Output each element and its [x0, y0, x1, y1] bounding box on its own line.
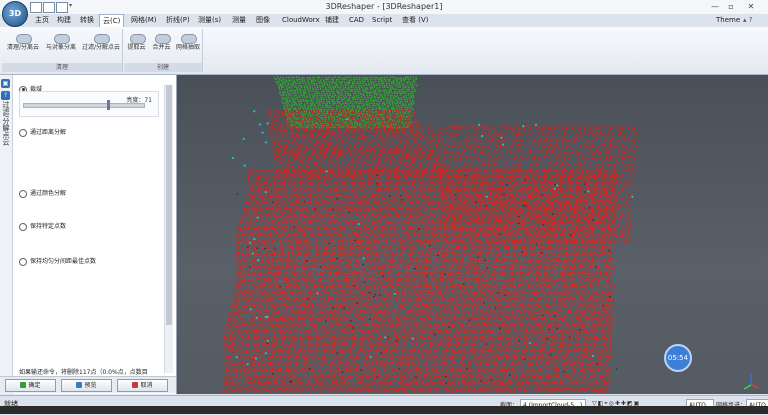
window-title: 3DReshaper - [3DReshaper1] — [325, 2, 443, 11]
ribbon-toggle-icon[interactable]: ▴ ? — [740, 15, 755, 26]
menu-image[interactable]: 图像 — [253, 15, 273, 26]
option-color[interactable]: 通过颜色分解 — [19, 188, 66, 198]
extract-cloud-button[interactable]: 提取云 — [125, 31, 148, 52]
minimize-button[interactable]: — — [708, 1, 722, 12]
ok-button[interactable]: 确定 — [5, 379, 56, 392]
menu-transform[interactable]: 转换 — [77, 15, 97, 26]
ribbon-group-clean: 清理/分离云 与对象分离 过滤/分解点云 清理 — [2, 29, 123, 72]
menu-mesh[interactable]: 网格(M) — [128, 15, 160, 26]
group-label-create: 创建 — [124, 63, 202, 72]
slider-thumb[interactable] — [107, 100, 111, 110]
point-cloud-points — [220, 76, 639, 394]
panel-content: 裁域 亮度：71 通过距离分解 通过颜色分解 保持特定点数 保持均匀分间距最佳点… — [13, 75, 163, 375]
panel-side-strip: ▣ ? 过滤/分解点云 — [0, 75, 13, 394]
filter-panel: ▣ ? 过滤/分解点云 裁域 亮度：71 通过距离分解 通过颜色分解 保持特定点… — [0, 75, 177, 394]
tree-icon[interactable]: ▣ — [1, 79, 10, 88]
help-icon[interactable]: ? — [1, 91, 10, 100]
axis-gizmo-icon — [743, 374, 760, 390]
menu-measure-s[interactable]: 测量(s) — [195, 15, 224, 26]
title-bar: 3D ▾ 3DReshaper - [3DReshaper1] — ▫ ✕ — [0, 0, 768, 27]
menu-cad[interactable]: CAD — [346, 15, 367, 26]
cloud-icon — [179, 31, 197, 44]
menu-polyline[interactable]: 折线(P) — [163, 15, 193, 26]
separate-by-object-button[interactable]: 与对象分离 — [42, 31, 80, 52]
merge-cloud-button[interactable]: 合并云 — [150, 31, 173, 52]
check-icon — [20, 382, 27, 388]
cloud-icon — [92, 31, 110, 44]
preview-button[interactable]: 预览 — [61, 379, 112, 392]
group-label-clean: 清理 — [2, 63, 122, 72]
option-distance[interactable]: 通过距离分解 — [19, 127, 66, 137]
menu-home[interactable]: 主页 — [32, 15, 52, 26]
cloud-icon — [153, 31, 171, 44]
panel-vertical-title: 过滤/分解点云 — [2, 101, 10, 146]
preview-icon — [76, 382, 83, 388]
cloud-icon — [128, 31, 146, 44]
menu-cloudworx[interactable]: CloudWorx — [279, 15, 323, 26]
menu-view[interactable]: 查看 (V) — [399, 15, 431, 26]
radio-icon[interactable] — [19, 222, 27, 231]
cancel-button[interactable]: 取消 — [117, 379, 168, 392]
menu-bar: 主页 构建 转换 云(C) 网格(M) 折线(P) 测量(s) 测量 图像 Cl… — [0, 14, 768, 28]
panel-scrollbar[interactable] — [164, 85, 173, 373]
theme-menu[interactable]: Theme — [713, 15, 743, 26]
taskbar — [0, 406, 768, 414]
scroll-thumb[interactable] — [166, 85, 172, 325]
menu-measure[interactable]: 测量 — [229, 15, 249, 26]
3d-viewport[interactable]: 05:54 — [177, 75, 768, 394]
mesh-extract-button[interactable]: 网格抽取 — [175, 31, 201, 52]
option-keep-count[interactable]: 保持特定点数 — [19, 221, 66, 231]
menu-script[interactable]: Script — [369, 15, 395, 26]
panel-button-row: 确定 预览 取消 — [0, 376, 176, 393]
timer-badge[interactable]: 05:54 — [664, 344, 692, 372]
radio-icon[interactable] — [19, 257, 27, 266]
radio-icon[interactable] — [19, 189, 27, 198]
clean-separate-cloud-button[interactable]: 清理/分离云 — [4, 31, 42, 52]
cancel-icon — [132, 382, 139, 388]
close-button[interactable]: ✕ — [744, 1, 758, 12]
cloud-icon — [52, 31, 70, 44]
brightness-slider[interactable] — [23, 100, 145, 110]
menu-paving[interactable]: 铺建 — [322, 15, 342, 26]
maximize-button[interactable]: ▫ — [724, 1, 738, 12]
menu-cloud[interactable]: 云(C) — [99, 14, 125, 28]
filter-decompose-button[interactable]: 过滤/分解点云 — [80, 31, 122, 52]
radio-icon[interactable] — [19, 128, 27, 137]
option-uniform-spacing[interactable]: 保持均匀分间距最佳点数 — [19, 256, 96, 266]
app-logo[interactable]: 3D — [2, 1, 28, 27]
ribbon: 清理/分离云 与对象分离 过滤/分解点云 清理 提取云 合并云 网格抽取 创建 — [0, 27, 768, 75]
cloud-icon — [14, 31, 32, 44]
ribbon-group-create: 提取云 合并云 网格抽取 创建 — [124, 29, 203, 72]
menu-build[interactable]: 构建 — [54, 15, 74, 26]
result-text: 如果输还命令，将删除117点（0.0%点，点数目 — [19, 369, 148, 375]
